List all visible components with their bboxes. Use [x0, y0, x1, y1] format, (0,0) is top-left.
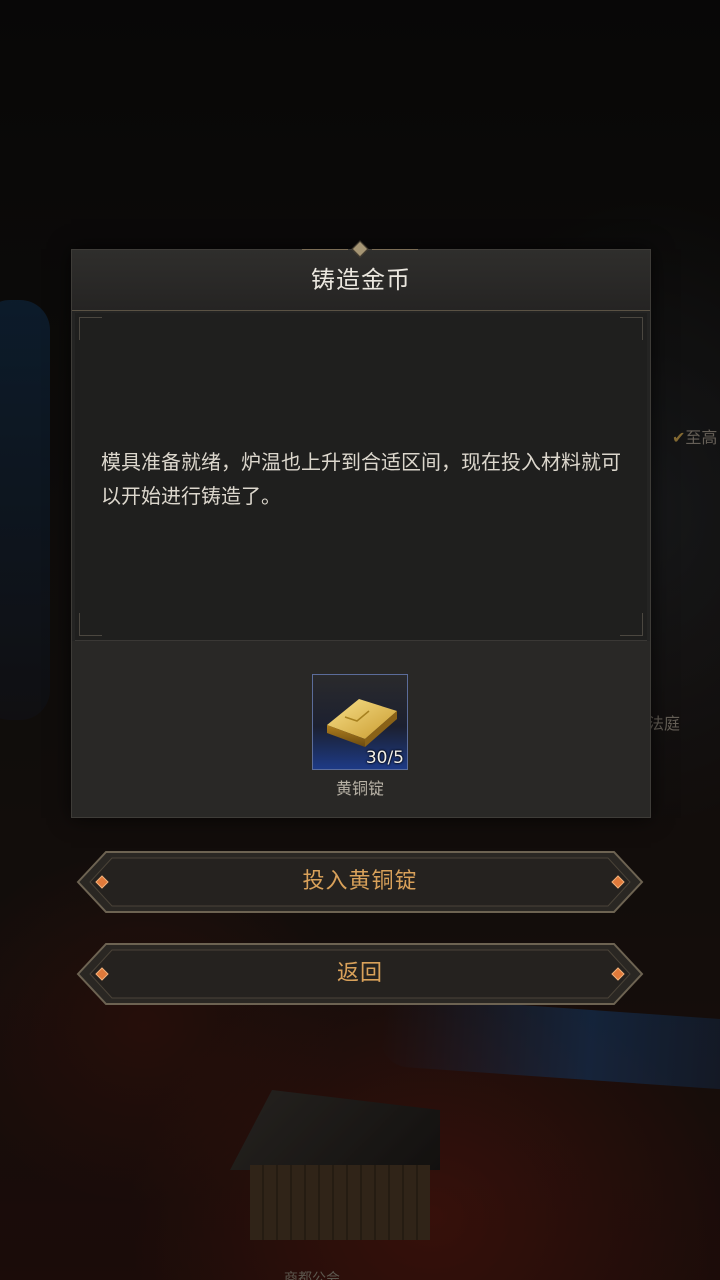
back-button-label: 返回: [336, 961, 383, 986]
corner-ornament: [79, 317, 102, 340]
corner-ornament: [620, 317, 643, 340]
gold-ingot-icon: [327, 699, 397, 747]
dialog-title: 铸造金币: [311, 266, 411, 294]
item-slot-brass-ingot[interactable]: 30/5: [312, 674, 408, 770]
submit-brass-ingot-button[interactable]: 投入黄铜锭: [76, 850, 644, 914]
item-count: 30/5: [365, 748, 404, 768]
dialog-body: 模具准备就绪，炉温也上升到合适区间，现在投入材料就可以开始进行铸造了。: [75, 313, 647, 641]
corner-ornament: [79, 613, 102, 636]
material-section: 30/5 黄铜锭: [72, 641, 650, 817]
dialog-header: 铸造金币: [72, 240, 650, 311]
back-button[interactable]: 返回: [76, 942, 644, 1006]
submit-button-label: 投入黄铜锭: [302, 869, 418, 894]
item-name: 黄铜锭: [335, 779, 384, 798]
corner-ornament: [620, 613, 643, 636]
forge-dialog: 铸造金币 模具准备就绪，炉温也上升到合适区间，现在投入材料就可以开始进行铸造了。: [71, 240, 651, 818]
dialog-message: 模具准备就绪，炉温也上升到合适区间，现在投入材料就可以开始进行铸造了。: [101, 450, 621, 508]
